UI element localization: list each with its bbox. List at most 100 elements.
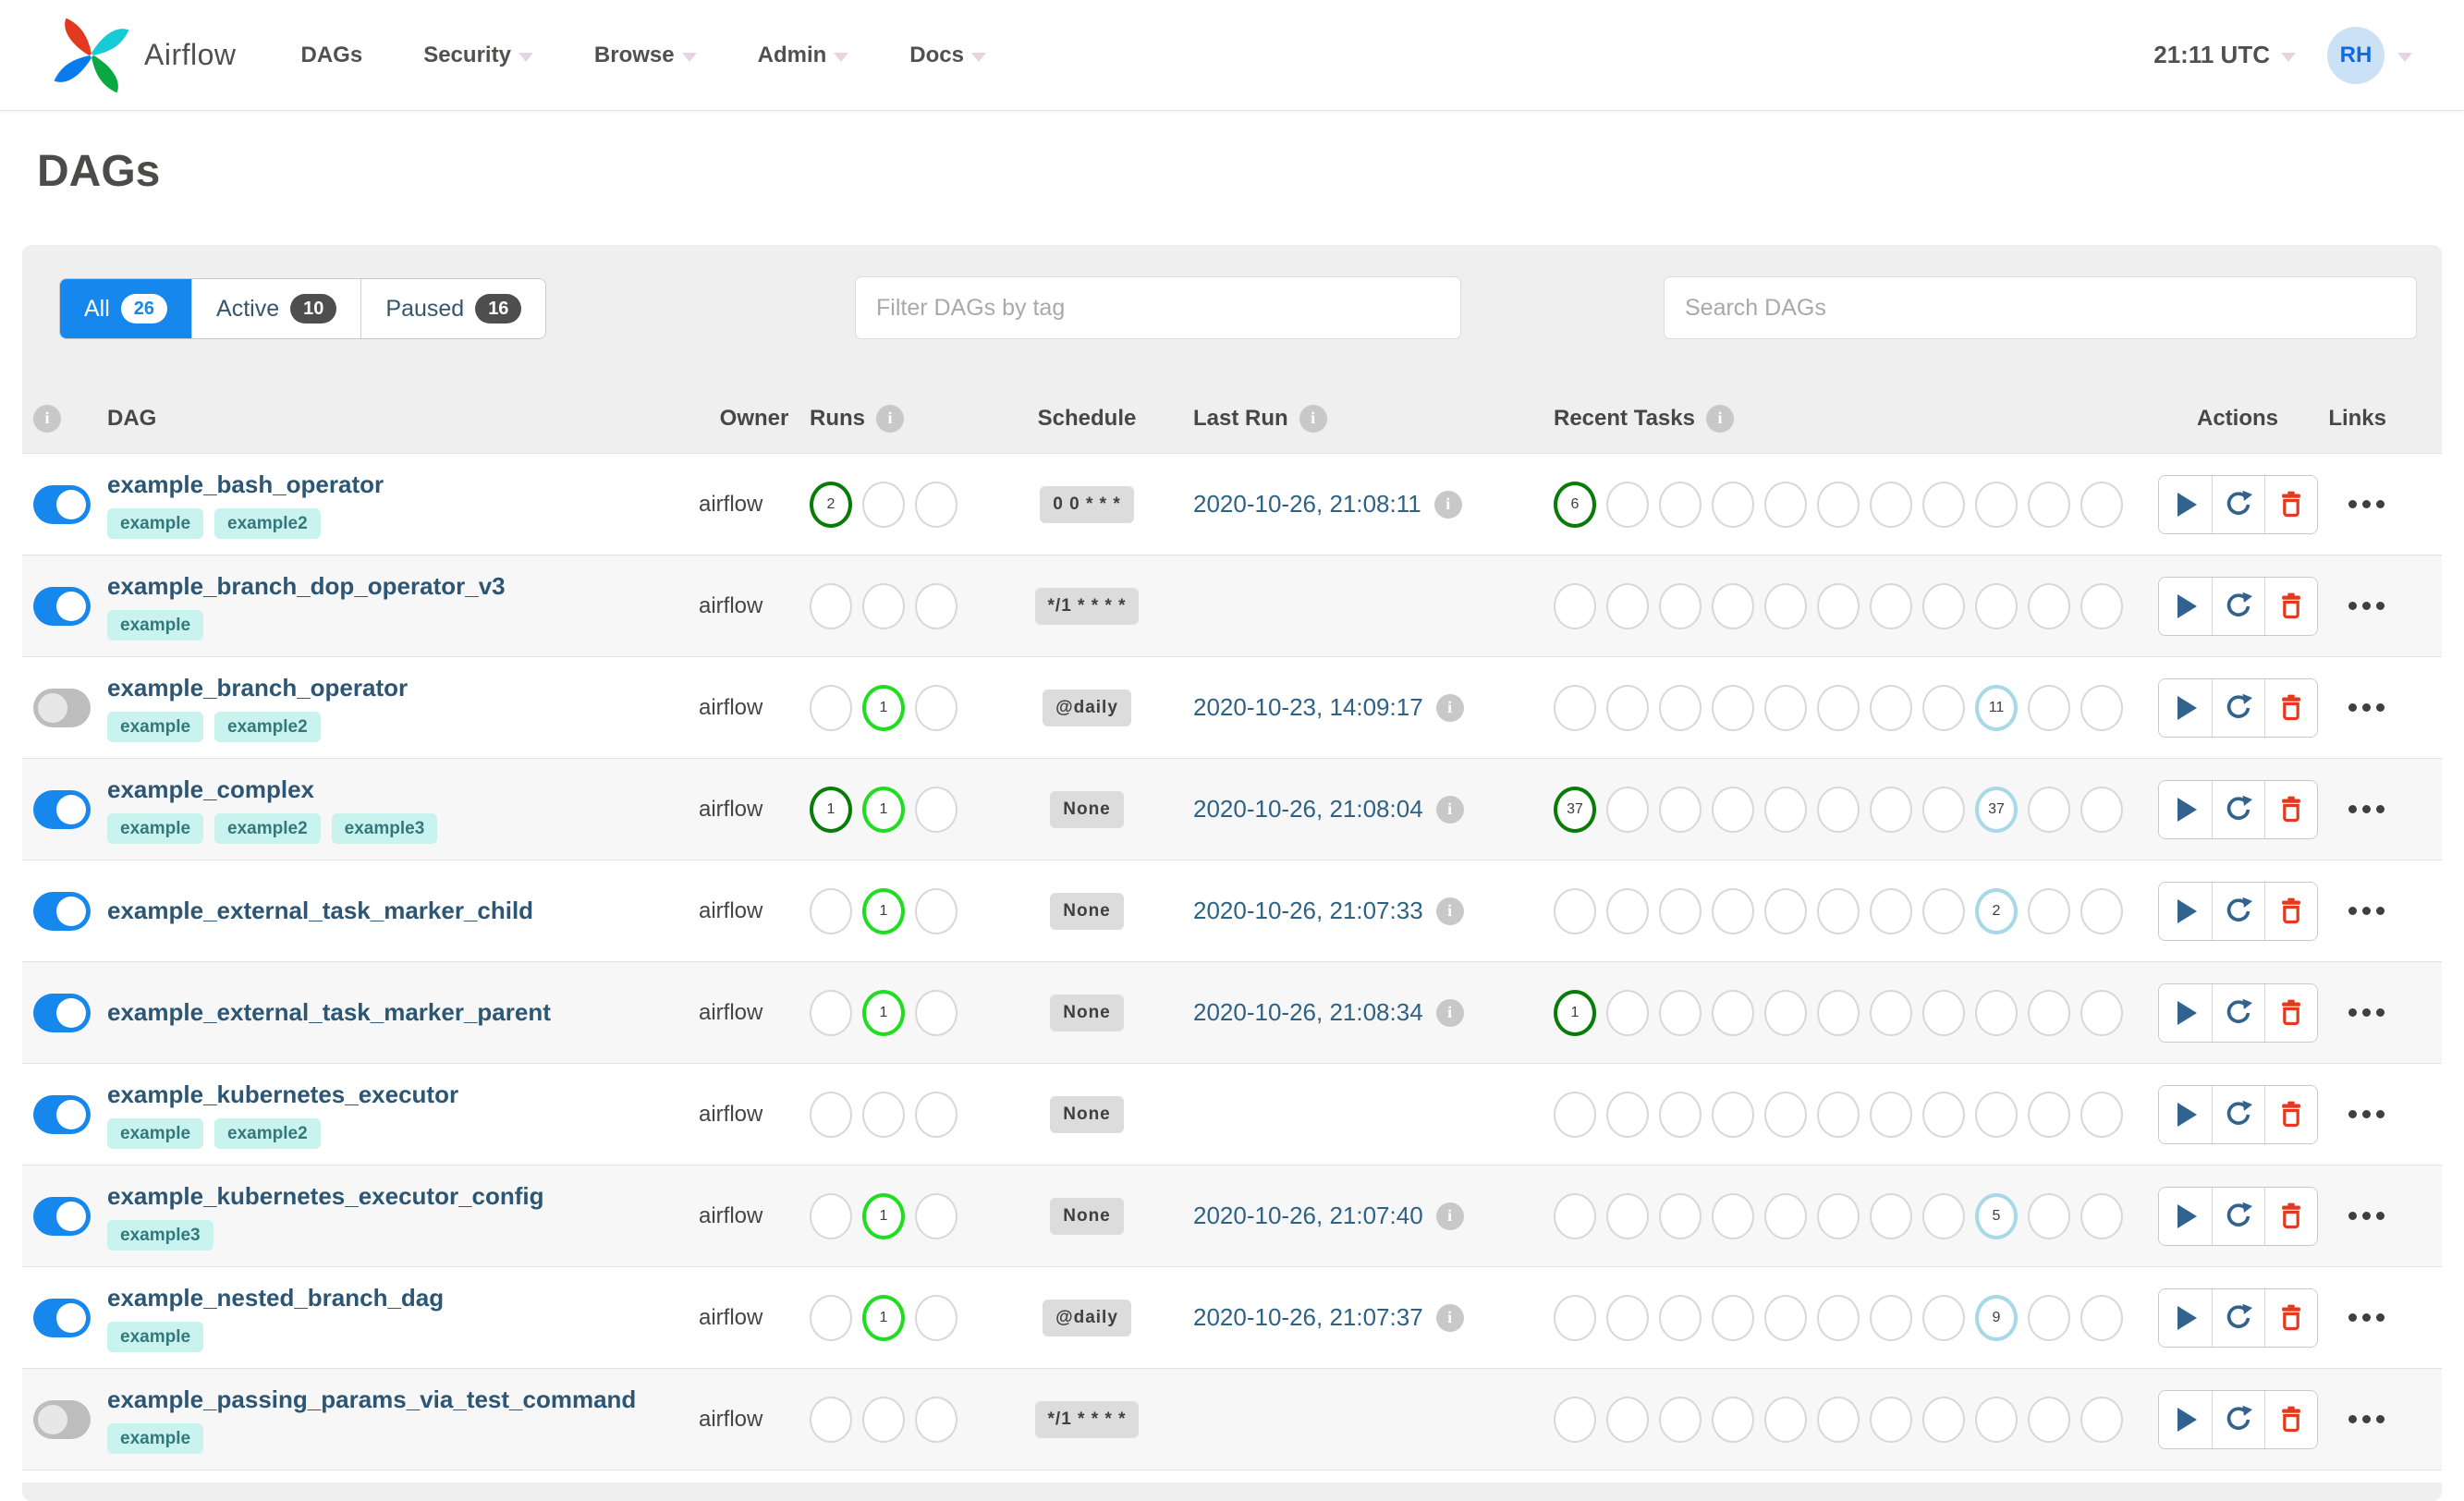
task-circle-none[interactable]: 37 (1975, 786, 2018, 833)
task-circle-empty[interactable] (1712, 786, 1754, 833)
task-circle-empty[interactable] (1870, 887, 1912, 934)
task-circle-empty[interactable] (1712, 989, 1754, 1036)
task-circle-empty[interactable] (915, 684, 958, 731)
dag-link[interactable]: example_passing_params_via_test_command (107, 1385, 699, 1414)
pause-toggle[interactable] (33, 1298, 91, 1337)
delete-dag-button[interactable] (2263, 577, 2317, 635)
task-circle-empty[interactable] (1764, 481, 1807, 528)
task-circle-empty[interactable] (1659, 1192, 1702, 1239)
task-circle-empty[interactable] (810, 582, 852, 629)
task-circle-empty[interactable] (1922, 1091, 1965, 1138)
task-circle-empty[interactable] (1659, 684, 1702, 731)
task-circle-empty[interactable] (1764, 887, 1807, 934)
task-circle-empty[interactable] (1712, 1294, 1754, 1341)
info-icon[interactable]: i (1705, 404, 1734, 433)
col-runs[interactable]: Runs i (810, 404, 981, 433)
task-circle-empty[interactable] (1764, 684, 1807, 731)
task-circle-empty[interactable] (1659, 481, 1702, 528)
task-circle-empty[interactable] (1817, 1294, 1860, 1341)
task-circle-empty[interactable] (1870, 1091, 1912, 1138)
last-run-link[interactable]: 2020-10-23, 14:09:17 (1193, 693, 1423, 722)
pause-toggle[interactable] (33, 891, 91, 931)
pause-toggle[interactable] (33, 1196, 91, 1236)
last-run-link[interactable]: 2020-10-26, 21:07:40 (1193, 1202, 1423, 1230)
tab-active[interactable]: Active 10 (191, 279, 361, 338)
task-circle-none[interactable]: 2 (1975, 887, 2018, 934)
col-owner[interactable]: Owner (699, 406, 810, 432)
task-circle-empty[interactable] (1764, 1091, 1807, 1138)
task-circle-empty[interactable] (2028, 582, 2070, 629)
delete-dag-button[interactable] (2263, 1085, 2317, 1143)
task-circle-empty[interactable] (915, 1294, 958, 1341)
nav-item-admin[interactable]: Admin (758, 43, 849, 68)
task-circle-empty[interactable] (2080, 1396, 2123, 1443)
task-circle-empty[interactable] (1606, 887, 1649, 934)
dag-tag[interactable]: example2 (214, 711, 321, 742)
task-circle-empty[interactable] (1817, 481, 1860, 528)
task-circle-empty[interactable] (1606, 582, 1649, 629)
dag-tag[interactable]: example (107, 1321, 204, 1352)
info-icon[interactable]: i (1435, 795, 1464, 824)
task-circle-empty[interactable] (2028, 684, 2070, 731)
task-circle-empty[interactable] (810, 1294, 852, 1341)
trigger-dag-button[interactable] (2158, 577, 2212, 635)
timezone-selector[interactable]: 21:11 UTC (2153, 41, 2296, 69)
task-circle-none[interactable]: 5 (1975, 1192, 2018, 1239)
task-circle-empty[interactable] (1764, 786, 1807, 833)
task-circle-empty[interactable] (2080, 1091, 2123, 1138)
task-circle-none[interactable]: 9 (1975, 1294, 2018, 1341)
task-circle-empty[interactable] (1870, 989, 1912, 1036)
tab-all[interactable]: All 26 (60, 279, 192, 338)
task-circle-empty[interactable] (1606, 1192, 1649, 1239)
info-icon[interactable]: i (1435, 1202, 1464, 1230)
task-circle-empty[interactable] (1712, 1091, 1754, 1138)
task-circle-empty[interactable] (2028, 1091, 2070, 1138)
task-circle-empty[interactable] (1922, 481, 1965, 528)
delete-dag-button[interactable] (2263, 475, 2317, 533)
task-circle-empty[interactable] (1764, 1396, 1807, 1443)
task-circle-success[interactable]: 6 (1554, 481, 1596, 528)
dag-link[interactable]: example_complex (107, 775, 699, 804)
task-circle-empty[interactable] (1922, 989, 1965, 1036)
col-last-run[interactable]: Last Run i (1193, 404, 1554, 433)
info-icon[interactable]: i (1433, 490, 1462, 519)
task-circle-empty[interactable] (1870, 1294, 1912, 1341)
task-circle-empty[interactable] (1975, 481, 2018, 528)
task-circle-empty[interactable] (810, 989, 852, 1036)
task-circle-running[interactable]: 1 (862, 989, 905, 1036)
tag-filter-input[interactable] (855, 276, 1461, 339)
task-circle-empty[interactable] (2080, 481, 2123, 528)
delete-dag-button[interactable] (2263, 1187, 2317, 1245)
task-circle-empty[interactable] (915, 786, 958, 833)
dag-link[interactable]: example_external_task_marker_child (107, 897, 699, 925)
delete-dag-button[interactable] (2263, 1288, 2317, 1347)
task-circle-empty[interactable] (2080, 887, 2123, 934)
schedule-badge[interactable]: None (1050, 790, 1124, 828)
dag-search-input[interactable] (1664, 276, 2417, 339)
pause-toggle[interactable] (33, 1399, 91, 1439)
task-circle-running[interactable]: 1 (862, 1192, 905, 1239)
links-menu-icon[interactable] (2348, 602, 2385, 610)
task-circle-empty[interactable] (1764, 989, 1807, 1036)
task-circle-empty[interactable] (1659, 1091, 1702, 1138)
delete-dag-button[interactable] (2263, 1390, 2317, 1448)
trigger-dag-button[interactable] (2158, 1288, 2212, 1347)
task-circle-empty[interactable] (915, 481, 958, 528)
trigger-dag-button[interactable] (2158, 983, 2212, 1042)
task-circle-empty[interactable] (915, 1091, 958, 1138)
task-circle-running[interactable]: 1 (862, 786, 905, 833)
refresh-dag-button[interactable] (2211, 577, 2264, 635)
pause-toggle[interactable] (33, 789, 91, 829)
info-icon[interactable]: i (876, 404, 904, 433)
task-circle-empty[interactable] (1659, 786, 1702, 833)
pause-toggle[interactable] (33, 484, 91, 524)
links-menu-icon[interactable] (2348, 1212, 2385, 1220)
last-run-link[interactable]: 2020-10-26, 21:08:34 (1193, 998, 1423, 1027)
last-run-link[interactable]: 2020-10-26, 21:07:37 (1193, 1303, 1423, 1332)
task-circle-empty[interactable] (2028, 481, 2070, 528)
task-circle-empty[interactable] (1554, 1294, 1596, 1341)
links-menu-icon[interactable] (2348, 1008, 2385, 1017)
task-circle-empty[interactable] (1922, 786, 1965, 833)
task-circle-success[interactable]: 1 (1554, 989, 1596, 1036)
task-circle-empty[interactable] (1817, 684, 1860, 731)
